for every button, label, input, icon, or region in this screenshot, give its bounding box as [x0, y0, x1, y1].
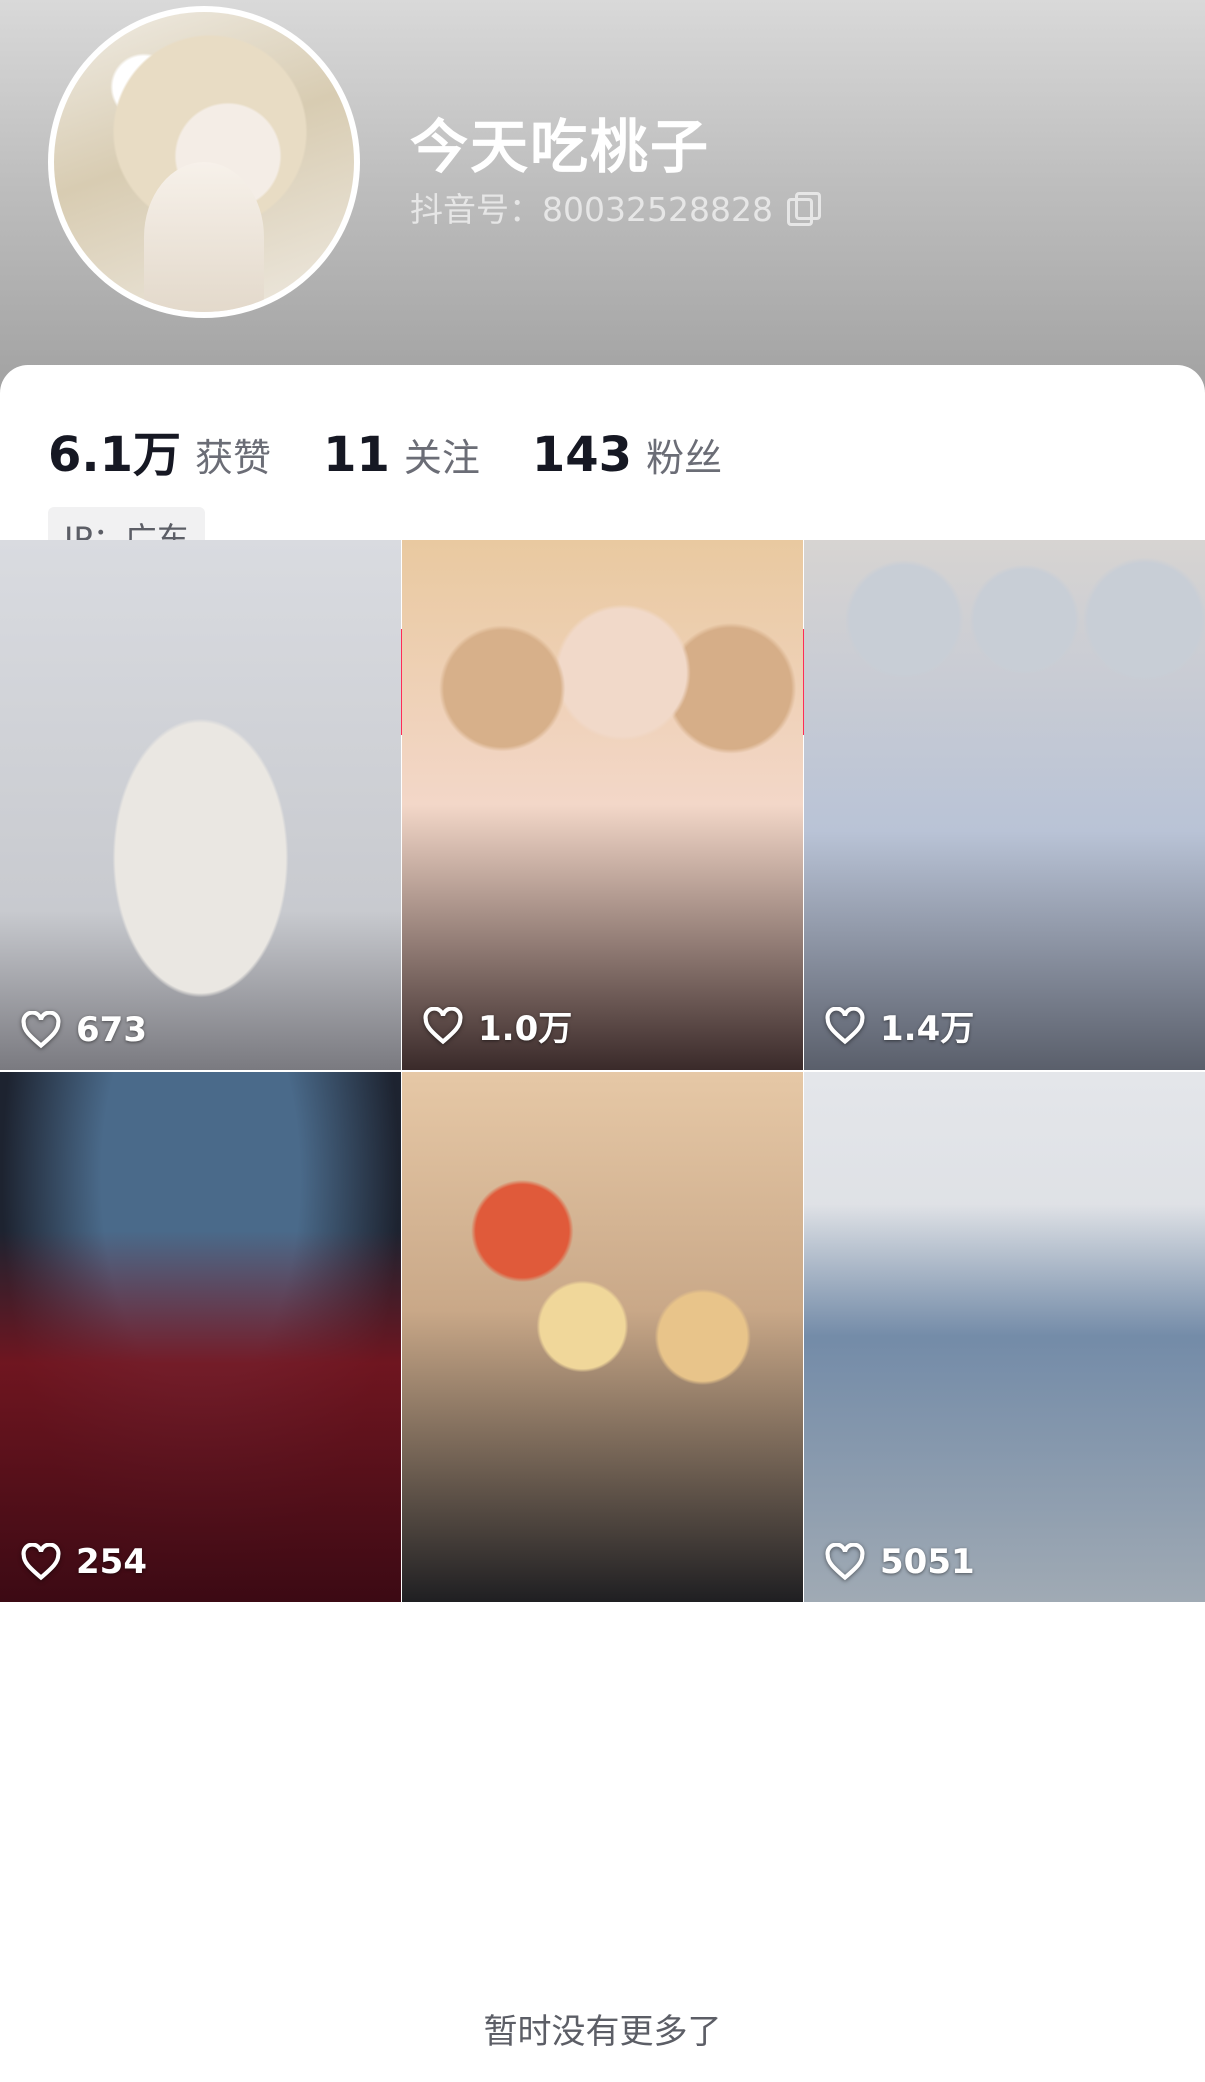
video-likes-count: 254: [76, 1542, 147, 1582]
video-likes-count: 1.0万: [478, 1009, 573, 1049]
stat-followers[interactable]: 143 粉丝: [532, 427, 722, 483]
stat-followers-label: 粉丝: [646, 436, 723, 480]
stats-row: 6.1万 获赞 11 关注 143 粉丝: [48, 415, 774, 485]
avatar-image: [54, 12, 354, 312]
video-likes: 5051: [824, 1542, 975, 1582]
video-thumbnail[interactable]: 673: [0, 540, 401, 1070]
video-likes: 1.0万: [422, 1001, 572, 1050]
avatar[interactable]: [48, 6, 360, 318]
stat-following-value: 11: [323, 427, 390, 483]
douyin-id-row[interactable]: 抖音号：80032528828: [410, 183, 821, 231]
douyin-id: 抖音号：80032528828: [410, 190, 773, 229]
stat-likes-label: 获赞: [195, 436, 272, 480]
no-more-content-text: 暂时没有更多了: [483, 2012, 722, 2052]
video-likes: 254: [20, 1542, 147, 1582]
profile-header: 今天吃桃子 抖音号：80032528828: [0, 0, 1205, 420]
stat-likes-value: 6.1万: [48, 427, 182, 483]
video-likes-count: 5051: [880, 1542, 975, 1582]
stat-followers-value: 143: [531, 427, 633, 483]
video-likes: 1.4万: [824, 1001, 974, 1050]
heart-icon: [21, 1543, 61, 1581]
copy-icon[interactable]: [786, 192, 821, 226]
video-likes-count: 1.4万: [880, 1009, 975, 1049]
video-likes-count: 673: [76, 1010, 147, 1050]
video-thumbnail[interactable]: 1.4万: [804, 540, 1205, 1070]
video-grid: 673 1.0万 1.4万 254 5051: [0, 540, 1205, 1602]
video-thumbnail[interactable]: [402, 1072, 803, 1602]
stat-following-label: 关注: [403, 436, 480, 480]
video-thumbnail[interactable]: 5051: [804, 1072, 1205, 1602]
heart-icon: [21, 1011, 61, 1049]
heart-icon: [825, 1543, 865, 1581]
stat-following[interactable]: 11 关注: [323, 427, 480, 483]
nickname: 今天吃桃子: [410, 113, 711, 181]
heart-icon: [825, 1006, 865, 1044]
heart-icon: [423, 1006, 463, 1044]
video-thumbnail[interactable]: 254: [0, 1072, 401, 1602]
video-thumbnail[interactable]: 1.0万: [402, 540, 803, 1070]
video-likes: 673: [20, 1010, 147, 1050]
stat-likes[interactable]: 6.1万 获赞: [48, 415, 271, 485]
